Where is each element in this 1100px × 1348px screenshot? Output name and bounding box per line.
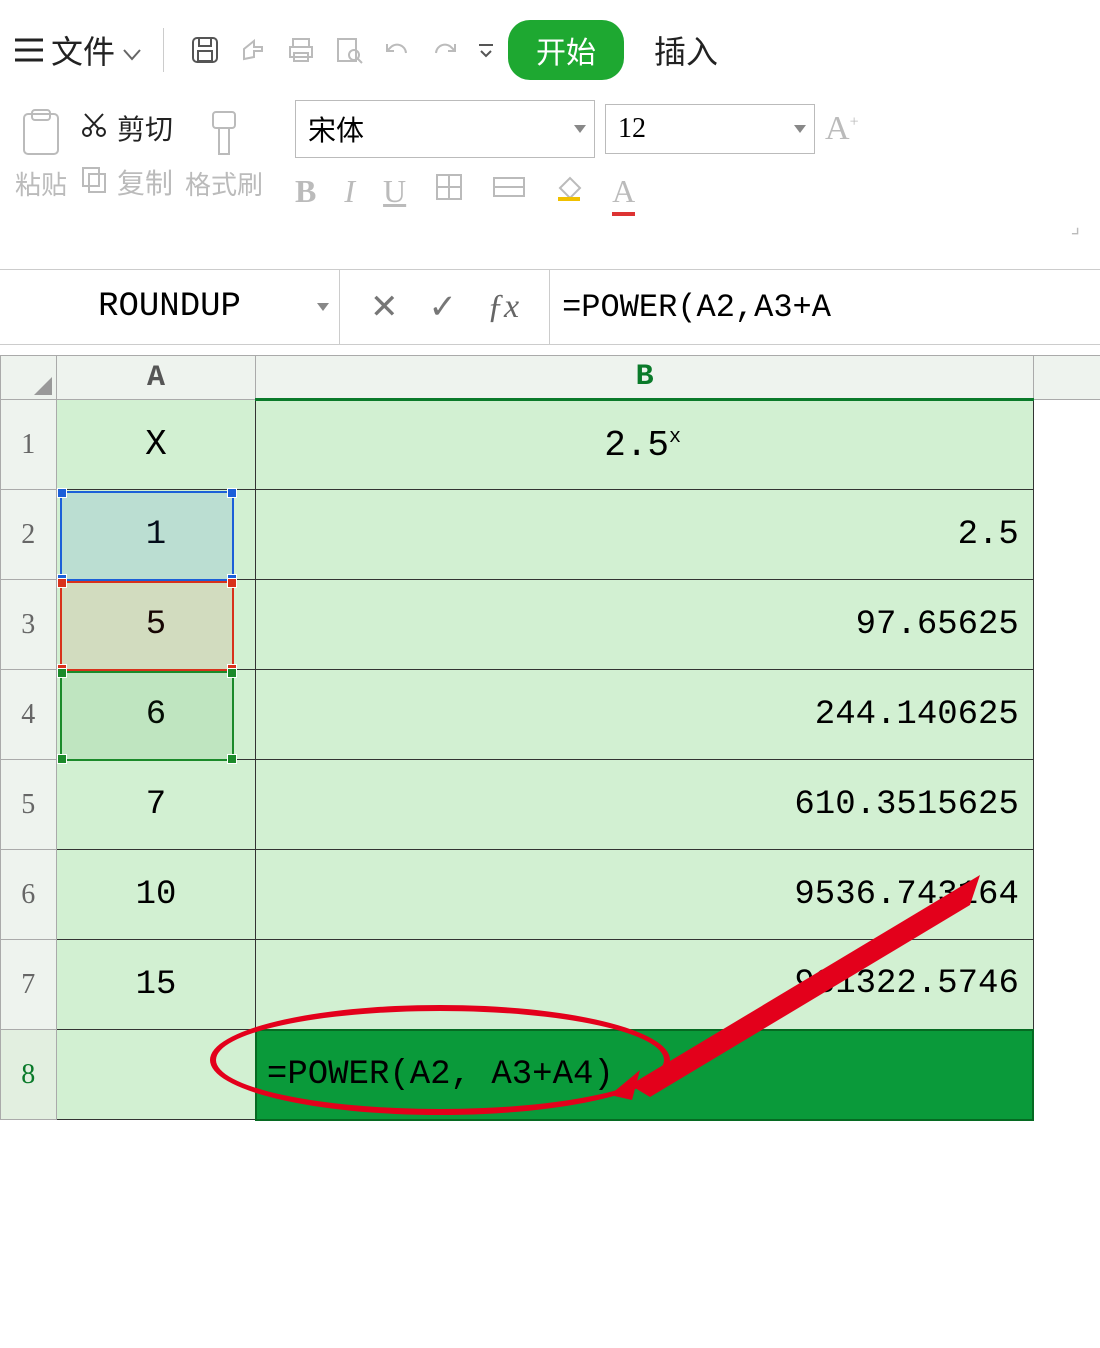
chevron-down-icon [123, 32, 141, 69]
clipboard-icon [18, 108, 64, 165]
overflow-dropdown-icon[interactable] [474, 31, 498, 69]
row-header-3[interactable]: 3 [1, 580, 57, 670]
row-header-2[interactable]: 2 [1, 490, 57, 580]
clipboard-group: 剪切 复制 [79, 108, 173, 202]
cell-a6[interactable]: 10 [56, 850, 256, 940]
undo-icon[interactable] [378, 31, 416, 69]
paste-label: 粘贴 [15, 165, 67, 202]
cell-a4[interactable]: 6 [56, 670, 256, 760]
format-painter-label: 格式刷 [185, 165, 263, 202]
scissors-icon [79, 110, 109, 147]
chevron-down-icon [317, 303, 329, 311]
cell-b6[interactable]: 9536.743164 [256, 850, 1033, 940]
format-painter-button[interactable]: 格式刷 [185, 108, 263, 202]
cell-style-button[interactable] [492, 172, 526, 210]
cell-a7[interactable]: 15 [56, 940, 256, 1030]
cell-a2[interactable]: 1 [56, 490, 256, 580]
select-all-corner[interactable] [1, 356, 57, 400]
cut-button[interactable]: 剪切 [79, 108, 173, 148]
spreadsheet-grid[interactable]: A B 1 X 2.5x 2 1 2.5 3 5 97.65625 4 6 24… [0, 355, 1100, 1121]
bold-button[interactable]: B [295, 173, 316, 210]
font-group: 宋体 12 A+ B I U A [295, 100, 1085, 210]
font-name-select[interactable]: 宋体 [295, 100, 595, 158]
cut-label: 剪切 [117, 108, 173, 148]
row-header-4[interactable]: 4 [1, 670, 57, 760]
menu-bar: 文件 开始 插入 [0, 0, 1100, 90]
increase-font-icon[interactable]: A+ [825, 110, 859, 148]
paste-button[interactable]: 粘贴 [15, 108, 67, 202]
print-icon[interactable] [282, 31, 320, 69]
spreadsheet-grid-container: A B 1 X 2.5x 2 1 2.5 3 5 97.65625 4 6 24… [0, 355, 1100, 1121]
tab-insert[interactable]: 插入 [654, 27, 718, 73]
copy-button[interactable]: 复制 [79, 162, 173, 202]
column-header-b[interactable]: B [256, 356, 1033, 400]
fx-icon[interactable]: ƒx [487, 288, 519, 326]
cell-a5[interactable]: 7 [56, 760, 256, 850]
tab-start[interactable]: 开始 [508, 20, 624, 80]
formula-bar-buttons: ✕ ✓ ƒx [340, 287, 549, 327]
name-box[interactable]: ROUNDUP [0, 270, 340, 344]
column-header-c[interactable] [1033, 356, 1100, 400]
row-header-8[interactable]: 8 [1, 1030, 57, 1120]
copy-label: 复制 [117, 162, 173, 202]
font-size-value: 12 [618, 113, 646, 144]
cell-b4[interactable]: 244.140625 [256, 670, 1033, 760]
chevron-down-icon [574, 125, 586, 133]
italic-button[interactable]: I [344, 173, 355, 210]
cell-b3[interactable]: 97.65625 [256, 580, 1033, 670]
underline-button[interactable]: U [383, 173, 406, 210]
save-icon[interactable] [186, 31, 224, 69]
file-label: 文件 [51, 27, 115, 73]
brush-icon [201, 108, 247, 165]
cell-b7[interactable]: 931322.5746 [256, 940, 1033, 1030]
name-box-value: ROUNDUP [98, 288, 241, 326]
fill-color-button[interactable] [554, 172, 584, 210]
font-color-button[interactable]: A [612, 173, 635, 210]
ribbon-expand-icon[interactable]: ⌟ [0, 214, 1100, 239]
cancel-formula-icon[interactable]: ✕ [370, 287, 399, 327]
tab-insert-label: 插入 [654, 34, 718, 70]
cell-a1[interactable]: X [56, 400, 256, 490]
font-size-select[interactable]: 12 [605, 104, 815, 154]
font-name-value: 宋体 [308, 116, 364, 147]
cell-b1[interactable]: 2.5x [256, 400, 1033, 490]
border-button[interactable] [434, 172, 464, 210]
accept-formula-icon[interactable]: ✓ [429, 287, 458, 327]
row-header-5[interactable]: 5 [1, 760, 57, 850]
ribbon: 粘贴 剪切 复制 格式刷 宋体 12 [0, 90, 1100, 210]
row-header-6[interactable]: 6 [1, 850, 57, 940]
redo-icon[interactable] [426, 31, 464, 69]
formula-bar-value: =POWER(A2,A3+A [562, 289, 831, 326]
cell-b8[interactable]: =POWER(A2, A3+A4) [256, 1030, 1033, 1120]
hamburger-icon [15, 38, 43, 62]
share-icon[interactable] [234, 31, 272, 69]
copy-icon [79, 164, 109, 201]
tab-start-label: 开始 [536, 37, 596, 70]
cell-b2[interactable]: 2.5 [256, 490, 1033, 580]
chevron-down-icon [794, 125, 806, 133]
file-menu[interactable]: 文件 [15, 27, 141, 73]
preview-icon[interactable] [330, 31, 368, 69]
row-header-1[interactable]: 1 [1, 400, 57, 490]
row-header-7[interactable]: 7 [1, 940, 57, 1030]
cell-a3[interactable]: 5 [56, 580, 256, 670]
column-header-a[interactable]: A [56, 356, 256, 400]
font-style-row: B I U A [295, 172, 1085, 210]
formula-bar-row: ROUNDUP ✕ ✓ ƒx =POWER(A2,A3+A [0, 269, 1100, 345]
separator [163, 28, 164, 72]
cell-a8[interactable] [56, 1030, 256, 1120]
cell-b5[interactable]: 610.3515625 [256, 760, 1033, 850]
formula-bar-input[interactable]: =POWER(A2,A3+A [549, 270, 1100, 344]
